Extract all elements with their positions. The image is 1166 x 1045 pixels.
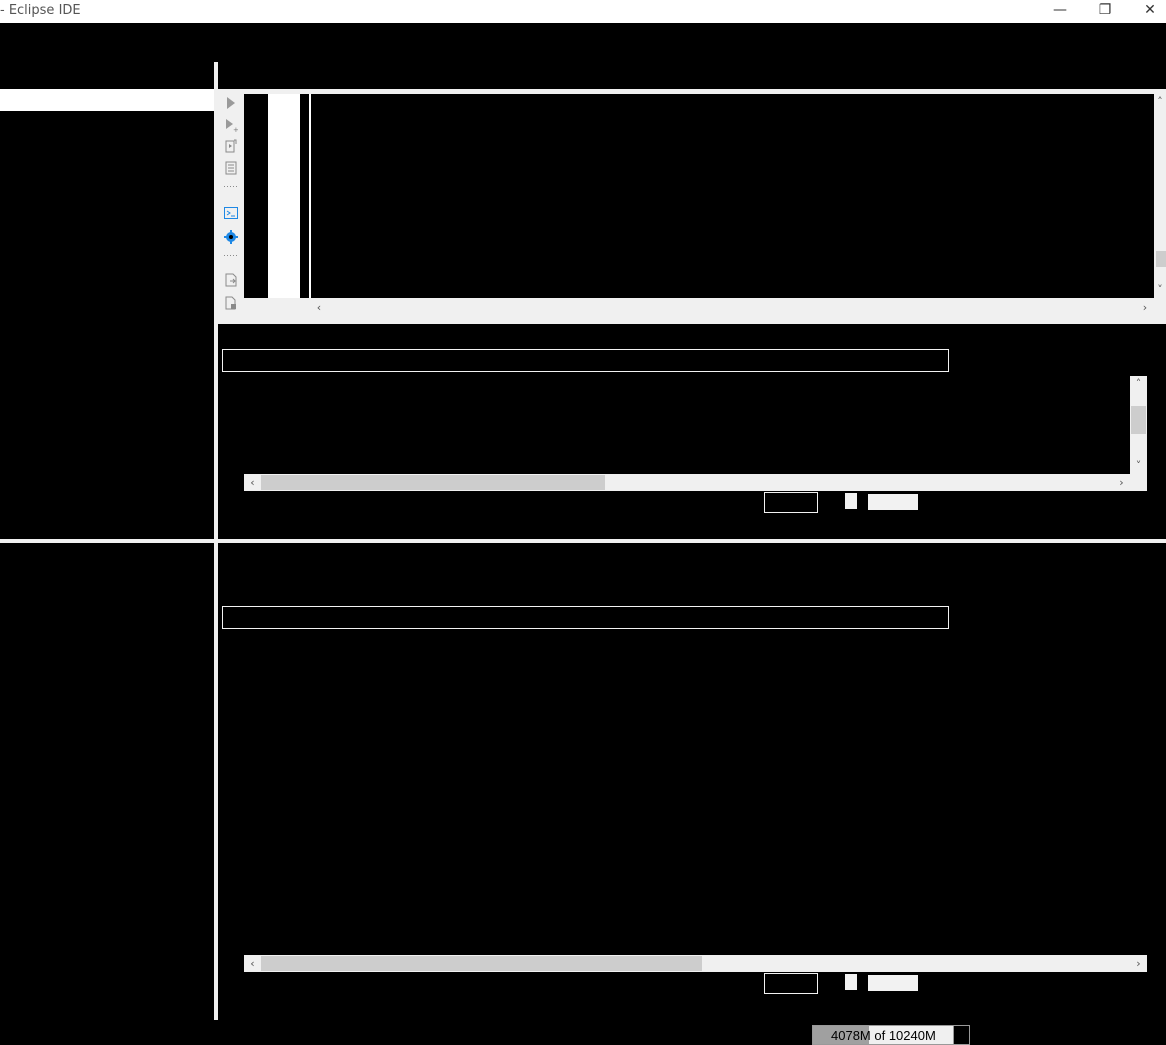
minimize-button[interactable]: — — [1037, 0, 1083, 23]
scroll-thumb[interactable] — [1156, 251, 1166, 267]
text-caret — [309, 94, 311, 298]
lower-horizontal-scrollbar[interactable]: ‹ › — [244, 955, 1147, 972]
scroll-thumb[interactable] — [261, 956, 702, 971]
scroll-right-arrow[interactable]: › — [1113, 475, 1130, 490]
scroll-right-arrow[interactable]: › — [1130, 956, 1147, 971]
lower-input-field[interactable] — [222, 606, 949, 629]
lower-checkbox[interactable] — [845, 974, 857, 990]
separator-dots-icon — [224, 255, 237, 256]
console-gutter — [268, 94, 300, 298]
scroll-left-arrow[interactable]: ‹ — [244, 475, 261, 490]
scroll-thumb[interactable] — [261, 475, 605, 490]
debug-file-icon[interactable] — [224, 139, 238, 153]
lower-button[interactable] — [868, 975, 918, 991]
run-add-icon[interactable]: + — [224, 118, 238, 132]
lower-small-field[interactable] — [764, 973, 818, 994]
garbage-collect-button[interactable] — [953, 1026, 969, 1044]
scroll-down-arrow[interactable]: ˅ — [1130, 458, 1147, 473]
restore-button[interactable]: ❐ — [1082, 0, 1128, 23]
close-button[interactable]: ✕ — [1127, 0, 1166, 23]
window-title: - Eclipse IDE — [0, 3, 81, 18]
upper-checkbox[interactable] — [845, 493, 857, 509]
upper-input-field[interactable] — [222, 349, 949, 372]
scroll-right-arrow[interactable]: › — [1138, 300, 1152, 315]
title-bar: - Eclipse IDE — ❐ ✕ — [0, 0, 1166, 23]
terminal-icon[interactable] — [224, 206, 238, 220]
export-icon[interactable] — [224, 273, 238, 287]
upper-vertical-scrollbar[interactable]: ˄ ˅ — [1130, 376, 1147, 474]
upper-small-field[interactable] — [764, 492, 818, 513]
run-icon[interactable] — [224, 96, 238, 110]
scroll-up-arrow[interactable]: ˄ — [1130, 376, 1147, 391]
file-lock-icon[interactable] — [224, 296, 238, 310]
scroll-left-arrow[interactable]: ‹ — [312, 300, 326, 315]
horizontal-sash[interactable] — [0, 539, 1166, 543]
console-vertical-scrollbar[interactable]: ˄ ˅ — [1154, 94, 1166, 298]
left-tree-selected-row[interactable] — [0, 89, 214, 111]
heap-status[interactable]: 4078M of 10240M — [812, 1025, 970, 1045]
scroll-left-arrow[interactable]: ‹ — [244, 956, 261, 971]
upper-button[interactable] — [868, 494, 918, 510]
svg-text:+: + — [233, 126, 238, 132]
console-text-area[interactable] — [244, 94, 1154, 298]
separator-dots-icon — [224, 186, 237, 187]
heap-status-label: 4078M of 10240M — [831, 1028, 936, 1043]
document-icon[interactable] — [224, 161, 238, 175]
gear-icon[interactable] — [224, 230, 238, 244]
scroll-up-arrow[interactable]: ˄ — [1154, 94, 1166, 109]
scroll-down-arrow[interactable]: ˅ — [1154, 282, 1166, 297]
upper-horizontal-scrollbar[interactable]: ‹ › — [244, 474, 1147, 491]
scroll-thumb[interactable] — [1131, 406, 1146, 434]
